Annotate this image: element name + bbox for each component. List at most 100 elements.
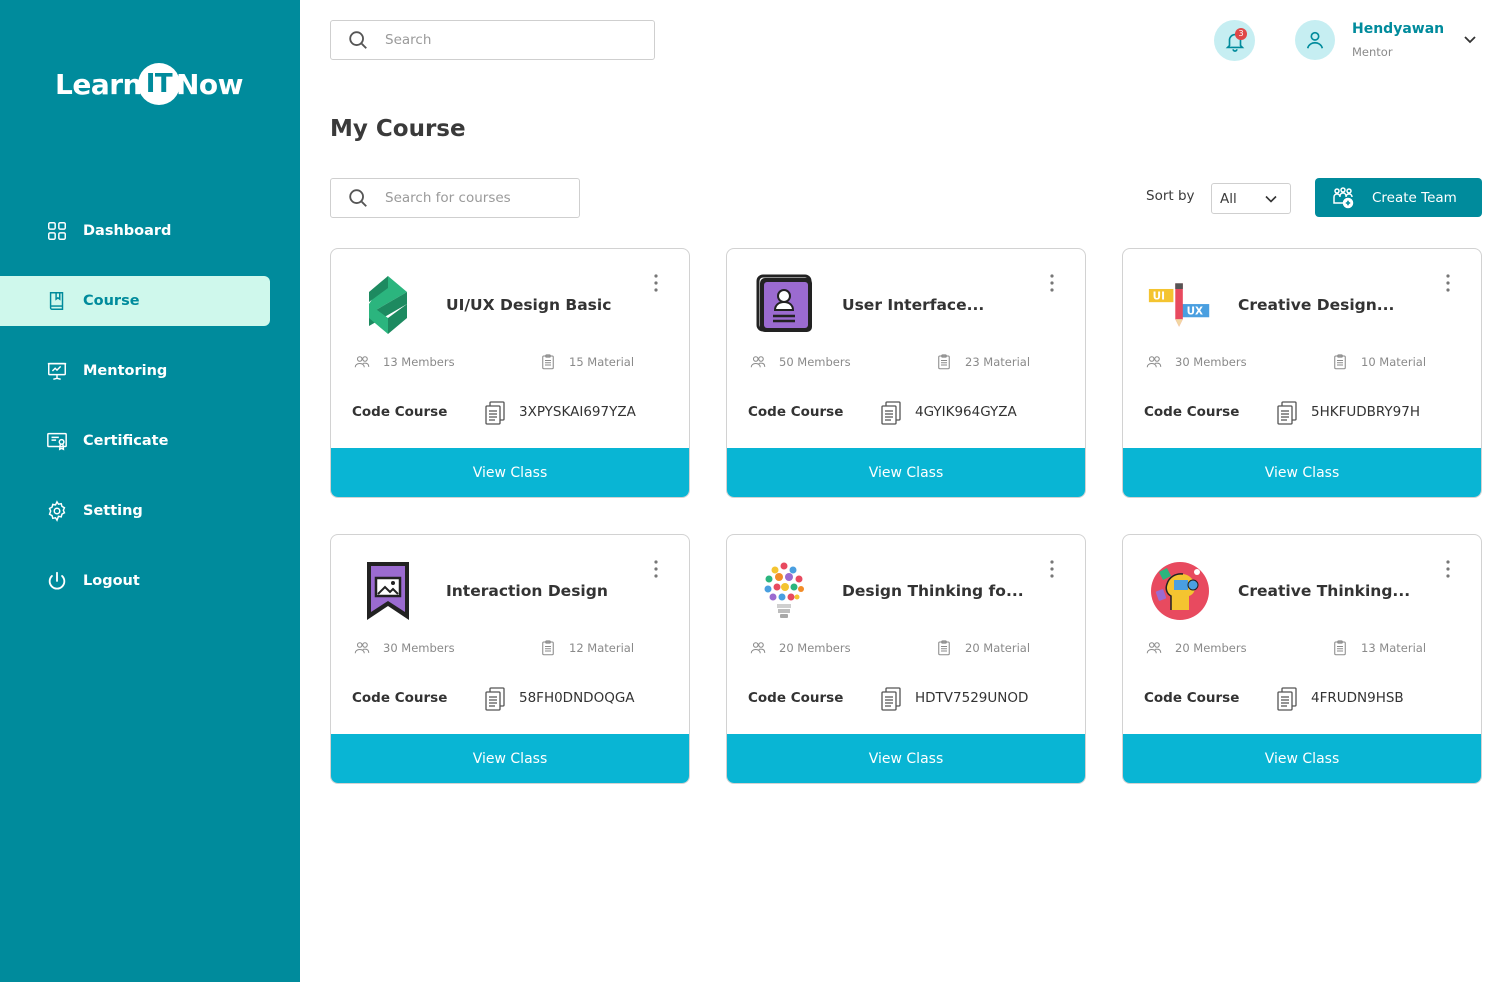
material-label: 12 Material — [569, 641, 635, 655]
page-title: My Course — [330, 116, 466, 142]
material-label: 20 Material — [965, 641, 1031, 655]
chevron-down-icon[interactable] — [1460, 32, 1480, 48]
global-search[interactable] — [330, 20, 655, 60]
sidebar-item-label: Certificate — [83, 433, 169, 449]
copy-icon[interactable] — [881, 401, 901, 425]
code-course-label: Code Course — [748, 690, 844, 706]
members-label: 20 Members — [1175, 641, 1247, 655]
course-search[interactable] — [330, 178, 580, 218]
course-title[interactable]: UI/UX Design Basic — [446, 296, 656, 314]
copy-icon[interactable] — [1277, 687, 1297, 711]
sort-select[interactable]: All — [1211, 183, 1291, 214]
members-count: 20 Members — [1145, 639, 1247, 657]
members-label: 30 Members — [383, 641, 455, 655]
more-vertical-icon[interactable] — [649, 559, 663, 579]
members-label: 20 Members — [779, 641, 851, 655]
sidebar-item-label: Course — [83, 293, 140, 309]
user-name: Hendyawan — [1352, 21, 1445, 37]
material-label: 10 Material — [1361, 355, 1427, 369]
members-label: 50 Members — [779, 355, 851, 369]
course-title[interactable]: User Interface... — [842, 296, 1052, 314]
search-input[interactable] — [385, 32, 625, 48]
sidebar-item-mentoring[interactable]: Mentoring — [0, 346, 300, 396]
sidebar-item-setting[interactable]: Setting — [0, 486, 300, 536]
members-count: 30 Members — [353, 639, 455, 657]
sidebar-item-dashboard[interactable]: Dashboard — [0, 206, 300, 256]
sidebar-item-logout[interactable]: Logout — [0, 556, 300, 606]
purple-id-card-icon — [749, 274, 819, 336]
course-card: Creative Thinking... 20 Members 13 Mater… — [1122, 534, 1482, 784]
more-vertical-icon[interactable] — [1045, 559, 1059, 579]
presentation-icon — [46, 360, 68, 382]
copy-icon[interactable] — [485, 687, 505, 711]
course-code: 58FH0DNDOQGA — [519, 690, 635, 706]
course-code: 5HKFUDBRY97H — [1311, 404, 1420, 420]
course-grid: UI/UX Design Basic 13 Members 15 Materia… — [330, 248, 1482, 784]
members-label: 13 Members — [383, 355, 455, 369]
create-team-label: Create Team — [1372, 189, 1457, 206]
sidebar: Learn IT Now Dashboard Course Mentoring … — [0, 0, 300, 982]
sidebar-item-course[interactable]: Course — [0, 276, 270, 326]
logo-text-it: IT — [137, 63, 180, 105]
team-add-icon — [1333, 186, 1354, 208]
course-card: UI UX Creative Design... 30 Members 10 M… — [1122, 248, 1482, 498]
view-class-button[interactable]: View Class — [727, 448, 1085, 497]
copy-icon[interactable] — [1277, 401, 1297, 425]
view-class-button[interactable]: View Class — [1123, 734, 1481, 783]
creative-head-icon — [1145, 560, 1215, 622]
create-team-button[interactable]: Create Team — [1315, 178, 1482, 217]
sidebar-nav: Dashboard Course Mentoring Certificate S… — [0, 206, 300, 626]
sidebar-item-label: Mentoring — [83, 363, 168, 379]
code-course-label: Code Course — [352, 404, 448, 420]
copy-icon[interactable] — [881, 687, 901, 711]
notifications-button[interactable]: 3 — [1214, 20, 1255, 61]
members-count: 20 Members — [749, 639, 851, 657]
course-code: 4GYIK964GYZA — [915, 404, 1017, 420]
app-root: Learn IT Now Dashboard Course Mentoring … — [0, 0, 1512, 982]
course-search-input[interactable] — [385, 190, 555, 206]
view-class-button[interactable]: View Class — [331, 734, 689, 783]
view-class-button[interactable]: View Class — [727, 734, 1085, 783]
brand-logo[interactable]: Learn IT Now — [55, 62, 244, 106]
sidebar-item-label: Logout — [83, 573, 140, 589]
copy-icon[interactable] — [485, 401, 505, 425]
material-label: 23 Material — [965, 355, 1031, 369]
course-card: UI/UX Design Basic 13 Members 15 Materia… — [330, 248, 690, 498]
notification-badge: 3 — [1235, 28, 1247, 40]
course-title[interactable]: Interaction Design — [446, 582, 656, 600]
clipboard-icon — [542, 354, 554, 370]
members-label: 30 Members — [1175, 355, 1247, 369]
material-count: 10 Material — [1331, 353, 1426, 371]
material-count: 12 Material — [539, 639, 634, 657]
more-vertical-icon[interactable] — [1045, 273, 1059, 293]
more-vertical-icon[interactable] — [649, 273, 663, 293]
course-card: Interaction Design 30 Members 12 Materia… — [330, 534, 690, 784]
course-title[interactable]: Design Thinking fo... — [842, 582, 1052, 600]
grid-icon — [46, 220, 68, 242]
course-card: User Interface... 50 Members 23 Material… — [726, 248, 1086, 498]
sidebar-item-label: Setting — [83, 503, 143, 519]
sidebar-item-certificate[interactable]: Certificate — [0, 416, 300, 466]
code-course-label: Code Course — [352, 690, 448, 706]
course-title[interactable]: Creative Design... — [1238, 296, 1448, 314]
more-vertical-icon[interactable] — [1441, 559, 1455, 579]
search-icon — [349, 189, 367, 207]
more-vertical-icon[interactable] — [1441, 273, 1455, 293]
svg-text:UX: UX — [1187, 305, 1203, 317]
sidebar-item-label: Dashboard — [83, 223, 172, 239]
view-class-button[interactable]: View Class — [331, 448, 689, 497]
user-icon — [1306, 31, 1324, 49]
user-role: Mentor — [1352, 45, 1393, 59]
course-title[interactable]: Creative Thinking... — [1238, 582, 1448, 600]
members-count: 50 Members — [749, 353, 851, 371]
power-icon — [46, 570, 68, 592]
avatar[interactable] — [1295, 20, 1335, 60]
course-code: 3XPYSKAI697YZA — [519, 404, 636, 420]
users-icon — [354, 642, 370, 654]
members-count: 13 Members — [353, 353, 455, 371]
users-icon — [1146, 356, 1162, 368]
course-card: Design Thinking fo... 20 Members 20 Mate… — [726, 534, 1086, 784]
material-count: 13 Material — [1331, 639, 1426, 657]
view-class-button[interactable]: View Class — [1123, 448, 1481, 497]
certificate-icon — [46, 430, 68, 452]
